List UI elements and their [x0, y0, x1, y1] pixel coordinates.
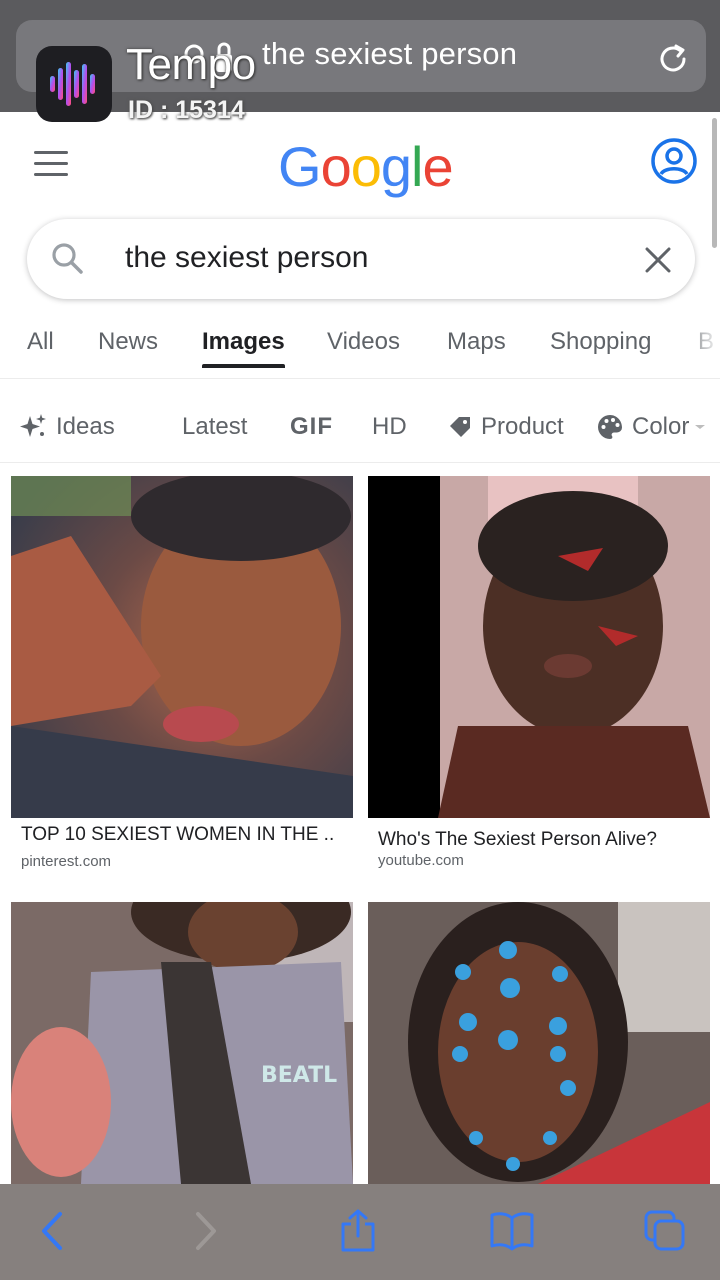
active-tab-indicator: [202, 364, 285, 368]
tag-icon: [450, 417, 470, 437]
logo-letter: o: [350, 135, 382, 198]
reload-icon[interactable]: [654, 40, 692, 78]
google-logo[interactable]: Google: [278, 134, 454, 199]
result-source[interactable]: pinterest.com: [21, 853, 111, 870]
divider: [0, 378, 720, 379]
filter-gif[interactable]: GIF: [290, 410, 333, 444]
logo-letter: g: [380, 135, 412, 198]
sparkle-icon: [20, 414, 46, 437]
result-image[interactable]: [368, 902, 710, 1184]
filter-label: GIF: [290, 413, 333, 440]
tab-news[interactable]: News: [98, 328, 158, 356]
filter-label: HD: [372, 413, 407, 440]
filter-latest[interactable]: Latest: [182, 410, 247, 444]
result-image[interactable]: BEATL: [11, 902, 353, 1184]
forward-icon[interactable]: [192, 1208, 222, 1254]
result-title[interactable]: Who's The Sexiest Person Alive?: [378, 829, 657, 851]
tempo-app-name: Tempo: [126, 40, 256, 89]
result-title[interactable]: TOP 10 SEXIEST WOMEN IN THE ..: [21, 824, 334, 846]
photo-placeholder: BEATL: [11, 902, 353, 1184]
filter-color[interactable]: Color: [596, 410, 715, 444]
result-source[interactable]: youtube.com: [378, 852, 464, 869]
chevron-down-icon: [695, 425, 706, 429]
filter-label: Product: [481, 413, 564, 440]
back-icon[interactable]: [36, 1208, 66, 1254]
logo-letter: G: [278, 135, 322, 198]
filter-label: Color: [632, 413, 690, 440]
tabs-fade: [680, 322, 720, 372]
photo-placeholder: [11, 476, 353, 818]
divider: [0, 462, 720, 463]
logo-letter: o: [320, 135, 352, 198]
tab-images[interactable]: Images: [202, 328, 285, 356]
tab-all[interactable]: All: [27, 328, 54, 356]
tempo-id: ID : 15314: [128, 96, 245, 124]
address-bar-text[interactable]: the sexiest person: [262, 36, 517, 72]
search-tabs: All News Images Videos Maps Shopping B: [0, 322, 720, 372]
bookmarks-icon[interactable]: [488, 1208, 536, 1254]
search-input[interactable]: the sexiest person: [125, 241, 368, 275]
palette-icon: [598, 415, 622, 439]
logo-letter: l: [411, 135, 423, 198]
tab-maps[interactable]: Maps: [447, 328, 506, 356]
result-image[interactable]: [11, 476, 353, 818]
filter-label: Ideas: [56, 413, 115, 440]
tabs-icon[interactable]: [642, 1208, 688, 1254]
photo-placeholder: [368, 902, 710, 1184]
account-icon[interactable]: [650, 137, 698, 185]
search-icon[interactable]: [50, 241, 86, 277]
filter-ideas[interactable]: Ideas: [18, 410, 115, 444]
filter-product[interactable]: Product: [447, 410, 564, 444]
logo-letter: e: [422, 135, 453, 198]
menu-icon[interactable]: [34, 150, 70, 178]
waveform-icon: [50, 62, 95, 106]
clear-icon[interactable]: [642, 244, 674, 276]
page-scrollbar[interactable]: [712, 118, 717, 248]
tab-shopping[interactable]: Shopping: [550, 328, 651, 356]
svg-text:BEATL: BEATL: [261, 1063, 337, 1088]
share-icon[interactable]: [338, 1208, 378, 1254]
filter-label: Latest: [182, 413, 248, 440]
photo-placeholder: [368, 476, 710, 818]
filter-hd[interactable]: HD: [372, 410, 407, 444]
tab-videos[interactable]: Videos: [327, 328, 400, 356]
tempo-logo: [36, 46, 112, 122]
result-image[interactable]: [368, 476, 710, 818]
